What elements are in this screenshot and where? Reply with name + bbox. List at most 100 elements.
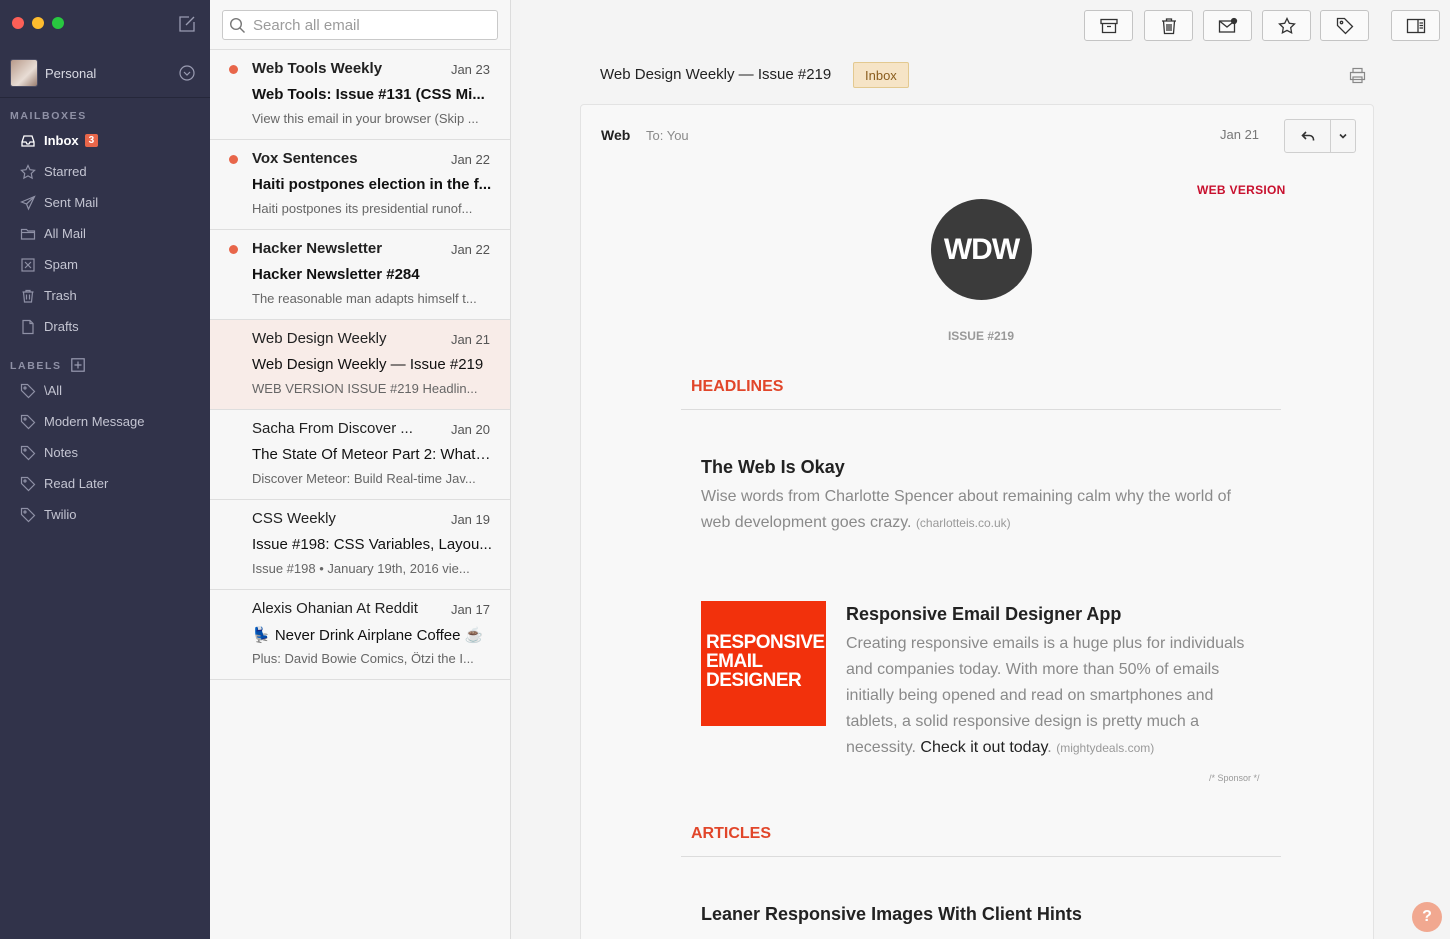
message-row[interactable]: Alexis Ohanian At Reddit Jan 17 💺 Never …	[210, 590, 510, 680]
star-button[interactable]	[1262, 10, 1311, 41]
chevron-down-icon	[1339, 133, 1347, 139]
sidebar-item-sent-mail[interactable]: Sent Mail	[0, 187, 210, 218]
message-preview: Plus: David Bowie Comics, Ötzi the I...	[252, 651, 474, 666]
mark-unread-icon	[1218, 17, 1237, 33]
section-divider	[681, 856, 1281, 857]
sidebar-item-label-read-later[interactable]: Read Later	[0, 468, 210, 499]
article-title[interactable]: The Web Is Okay	[701, 457, 845, 478]
message-preview: The reasonable man adapts himself t...	[252, 291, 477, 306]
help-button[interactable]: ?	[1412, 902, 1442, 932]
message-from: Web	[601, 127, 631, 143]
issue-number: ISSUE #219	[947, 329, 1015, 343]
sidebar-item-label: Trash	[44, 288, 77, 303]
send-icon	[20, 194, 36, 210]
message-subject: Issue #198: CSS Variables, Layou...	[252, 536, 492, 553]
unread-dot	[229, 245, 238, 254]
message-row[interactable]: Hacker Newsletter Jan 22 Hacker Newslett…	[210, 230, 510, 320]
article-body: Creating responsive emails is a huge plu…	[846, 631, 1266, 761]
message-title: Web Design Weekly — Issue #219	[600, 66, 832, 83]
promo-text: DESIGNER	[706, 670, 802, 691]
web-version-link[interactable]: WEB VERSION	[1197, 183, 1286, 197]
message-row[interactable]: Web Tools Weekly Jan 23 Web Tools: Issue…	[210, 50, 510, 140]
wdw-logo: WDW	[931, 199, 1032, 300]
sidebar-divider	[0, 97, 210, 98]
sidebar-item-spam[interactable]: Spam	[0, 249, 210, 280]
message-subject: Haiti postpones election in the f...	[252, 176, 492, 193]
sidebar-item-label: Sent Mail	[44, 195, 99, 210]
message-subject: 💺 Never Drink Airplane Coffee ☕	[252, 627, 484, 644]
sidebar-item-label: \All	[44, 383, 63, 398]
sidebar-item-label: Read Later	[44, 476, 109, 491]
tag-icon	[20, 383, 36, 398]
sidebar-item-inbox[interactable]: Inbox 3	[0, 125, 210, 156]
article-title[interactable]: Responsive Email Designer App	[846, 604, 1121, 625]
mailboxes-list: Inbox 3 Starred Sent Mail All Mail Spam …	[0, 125, 210, 342]
message-sender: CSS Weekly	[252, 510, 336, 527]
message-date: Jan 19	[450, 512, 490, 527]
message-sender: Sacha From Discover ...	[252, 420, 413, 437]
trash-icon	[22, 289, 34, 303]
folder-icon	[20, 228, 36, 240]
print-icon[interactable]	[1349, 67, 1366, 84]
reply-button[interactable]	[1285, 120, 1331, 152]
star-icon	[1277, 16, 1296, 34]
message-sender: Alexis Ohanian At Reddit	[252, 600, 418, 617]
inbox-icon	[21, 134, 35, 147]
sidebar: Personal MAILBOXES Inbox 3 Starred Sent …	[0, 0, 210, 939]
message-list-pane: Web Tools Weekly Jan 23 Web Tools: Issue…	[210, 0, 511, 939]
zoom-window-button[interactable]	[52, 17, 64, 29]
headlines-heading: HEADLINES	[691, 378, 784, 395]
responsive-email-designer-logo[interactable]: RESPONSIVE EMAIL DESIGNER	[701, 601, 826, 726]
sponsor-note: /* Sponsor */	[1209, 773, 1260, 783]
delete-button[interactable]	[1144, 10, 1193, 41]
check-it-out-link[interactable]: Check it out today	[920, 739, 1047, 756]
sidebar-item-label-modern-message[interactable]: Modern Message	[0, 406, 210, 437]
sidebar-item-all-mail[interactable]: All Mail	[0, 218, 210, 249]
window-controls	[12, 17, 64, 29]
archive-button[interactable]	[1084, 10, 1133, 41]
document-icon	[22, 319, 34, 334]
spam-icon	[21, 257, 35, 272]
message-subject: Hacker Newsletter #284	[252, 266, 420, 283]
mailboxes-heading: MAILBOXES	[10, 110, 87, 122]
toggle-sidebar-button[interactable]	[1391, 10, 1440, 41]
sidebar-item-drafts[interactable]: Drafts	[0, 311, 210, 342]
add-label-icon[interactable]	[71, 358, 85, 372]
message-subject: Web Design Weekly — Issue #219	[252, 356, 484, 373]
message-row-selected[interactable]: Web Design Weekly Jan 21 Web Design Week…	[210, 320, 510, 410]
message-preview: Haiti postpones its presidential runof..…	[252, 201, 473, 216]
minimize-window-button[interactable]	[32, 17, 44, 29]
message-row[interactable]: CSS Weekly Jan 19 Issue #198: CSS Variab…	[210, 500, 510, 590]
message-date: Jan 20	[450, 422, 490, 437]
sidebar-item-label: All Mail	[44, 226, 86, 241]
article-source: (mightydeals.com)	[1056, 741, 1155, 755]
chevron-down-icon[interactable]	[179, 65, 195, 81]
message-row[interactable]: Sacha From Discover ... Jan 20 The State…	[210, 410, 510, 500]
compose-icon[interactable]	[177, 14, 197, 34]
mark-unread-button[interactable]	[1203, 10, 1252, 41]
unread-count-badge: 3	[84, 134, 99, 147]
reply-options-button[interactable]	[1331, 120, 1355, 152]
label-button[interactable]	[1320, 10, 1369, 41]
tag-icon	[1336, 17, 1353, 34]
message-row[interactable]: Vox Sentences Jan 22 Haiti postpones ele…	[210, 140, 510, 230]
avatar	[10, 59, 38, 87]
message-list: Web Tools Weekly Jan 23 Web Tools: Issue…	[210, 50, 510, 680]
search-icon	[229, 17, 245, 33]
close-window-button[interactable]	[12, 17, 24, 29]
sidebar-item-trash[interactable]: Trash	[0, 280, 210, 311]
account-switcher[interactable]: Personal	[10, 58, 200, 88]
sidebar-item-label: Twilio	[44, 507, 77, 522]
article-text: .	[1047, 739, 1052, 756]
sidebar-item-label-notes[interactable]: Notes	[0, 437, 210, 468]
sidebar-item-label-twilio[interactable]: Twilio	[0, 499, 210, 530]
articles-heading: ARTICLES	[691, 825, 771, 842]
message-date: Jan 23	[450, 62, 490, 77]
sidebar-item-label-all[interactable]: \All	[0, 375, 210, 406]
promo-text: RESPONSIVE	[706, 632, 825, 653]
sidebar-item-starred[interactable]: Starred	[0, 156, 210, 187]
search-input[interactable]	[253, 15, 489, 35]
article-title[interactable]: Leaner Responsive Images With Client Hin…	[701, 904, 1082, 925]
inbox-label-tag[interactable]: Inbox	[853, 62, 909, 88]
sidebar-toggle-icon	[1406, 18, 1425, 33]
